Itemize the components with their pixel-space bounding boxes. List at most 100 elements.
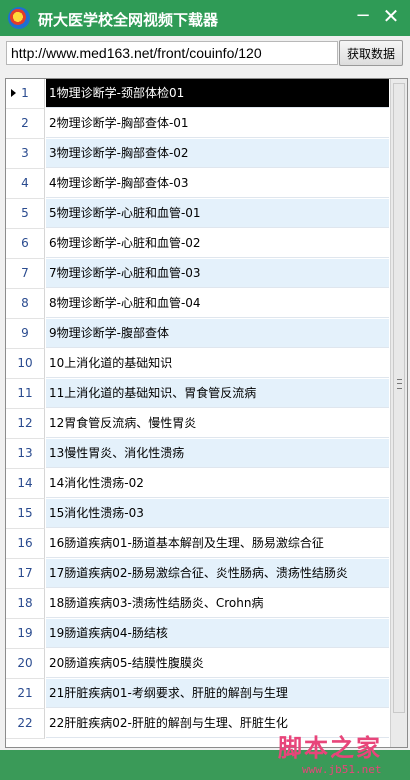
row-number: 7 <box>6 259 45 289</box>
row-number: 8 <box>6 289 45 319</box>
video-title-cell[interactable]: 3物理诊断学-胸部查体-02 <box>46 139 389 168</box>
row-number-label: 2 <box>21 116 29 130</box>
row-number-label: 12 <box>17 416 33 430</box>
video-title-cell[interactable]: 6物理诊断学-心脏和血管-02 <box>46 229 389 258</box>
scrollbar-thumb[interactable] <box>393 83 405 713</box>
video-title-cell[interactable]: 20肠道疾病05-结膜性腹膜炎 <box>46 649 389 678</box>
table-row[interactable]: 13 13慢性胃炎、消化性溃疡 <box>6 439 390 469</box>
row-number: 1 <box>6 79 45 109</box>
video-title-cell[interactable]: 11上消化道的基础知识、胃食管反流病 <box>46 379 389 408</box>
watermark-url: www.jb51.net <box>302 763 382 776</box>
row-number: 15 <box>6 499 45 529</box>
row-number: 2 <box>6 109 45 139</box>
app-window: 研大医学校全网视频下载器 − ✕ 获取数据 1 1物理诊断学-颈部体检01 2 2物理… <box>0 0 410 776</box>
table-row[interactable]: 5 5物理诊断学-心脏和血管-01 <box>6 199 390 229</box>
video-title-cell[interactable]: 19肠道疾病04-肠结核 <box>46 619 389 648</box>
title-bar[interactable]: 研大医学校全网视频下载器 − ✕ <box>0 0 410 36</box>
row-number-label: 1 <box>21 86 29 100</box>
table-row[interactable]: 20 20肠道疾病05-结膜性腹膜炎 <box>6 649 390 679</box>
row-number: 20 <box>6 649 45 679</box>
video-title-cell[interactable]: 1物理诊断学-颈部体检01 <box>46 79 389 108</box>
row-number: 14 <box>6 469 45 499</box>
row-number-label: 16 <box>17 536 33 550</box>
table-row[interactable]: 3 3物理诊断学-胸部查体-02 <box>6 139 390 169</box>
table-row[interactable]: 14 14消化性溃疡-02 <box>6 469 390 499</box>
table-row[interactable]: 8 8物理诊断学-心脏和血管-04 <box>6 289 390 319</box>
row-number: 11 <box>6 379 45 409</box>
video-title-cell[interactable]: 16肠道疾病01-肠道基本解剖及生理、肠易激综合征 <box>46 529 389 558</box>
row-number-label: 21 <box>17 686 33 700</box>
table-row[interactable]: 17 17肠道疾病02-肠易激综合征、炎性肠病、溃疡性结肠炎 <box>6 559 390 589</box>
row-number-label: 15 <box>17 506 33 520</box>
video-title-cell[interactable]: 13慢性胃炎、消化性溃疡 <box>46 439 389 468</box>
video-title-cell[interactable]: 2物理诊断学-胸部查体-01 <box>46 109 389 138</box>
row-number-label: 9 <box>21 326 29 340</box>
row-number: 21 <box>6 679 45 709</box>
video-title-cell[interactable]: 14消化性溃疡-02 <box>46 469 389 498</box>
url-input[interactable] <box>6 41 338 65</box>
row-number-label: 17 <box>17 566 33 580</box>
row-number: 4 <box>6 169 45 199</box>
row-number-label: 20 <box>17 656 33 670</box>
video-title-cell[interactable]: 10上消化道的基础知识 <box>46 349 389 378</box>
row-number: 18 <box>6 589 45 619</box>
table-row[interactable]: 2 2物理诊断学-胸部查体-01 <box>6 109 390 139</box>
table-row[interactable]: 18 18肠道疾病03-溃疡性结肠炎、Crohn病 <box>6 589 390 619</box>
grid-rows: 1 1物理诊断学-颈部体检01 2 2物理诊断学-胸部查体-01 3 3物理诊断学-胸部查… <box>6 79 390 739</box>
row-number: 16 <box>6 529 45 559</box>
row-number: 12 <box>6 409 45 439</box>
vertical-scrollbar[interactable] <box>390 79 407 747</box>
row-number: 10 <box>6 349 45 379</box>
table-row[interactable]: 6 6物理诊断学-心脏和血管-02 <box>6 229 390 259</box>
row-number-label: 3 <box>21 146 29 160</box>
row-number-label: 7 <box>21 266 29 280</box>
video-title-cell[interactable]: 5物理诊断学-心脏和血管-01 <box>46 199 389 228</box>
row-number-label: 18 <box>17 596 33 610</box>
table-row[interactable]: 10 10上消化道的基础知识 <box>6 349 390 379</box>
table-row[interactable]: 9 9物理诊断学-腹部查体 <box>6 319 390 349</box>
row-number-label: 5 <box>21 206 29 220</box>
scrollbar-grip-icon <box>397 379 402 389</box>
table-row[interactable]: 4 4物理诊断学-胸部查体-03 <box>6 169 390 199</box>
video-list-grid[interactable]: 1 1物理诊断学-颈部体检01 2 2物理诊断学-胸部查体-01 3 3物理诊断学-胸部查… <box>5 78 408 748</box>
main-content: 获取数据 1 1物理诊断学-颈部体检01 2 2物理诊断学-胸部查体-01 3 3物理诊断… <box>0 36 410 776</box>
video-title-cell[interactable]: 15消化性溃疡-03 <box>46 499 389 528</box>
table-row[interactable]: 19 19肠道疾病04-肠结核 <box>6 619 390 649</box>
row-number-label: 22 <box>17 716 33 730</box>
close-button[interactable]: ✕ <box>380 5 402 27</box>
row-number-label: 11 <box>17 386 33 400</box>
table-row[interactable]: 12 12胃食管反流病、慢性胃炎 <box>6 409 390 439</box>
row-number-label: 14 <box>17 476 33 490</box>
table-row[interactable]: 11 11上消化道的基础知识、胃食管反流病 <box>6 379 390 409</box>
video-title-cell[interactable]: 18肠道疾病03-溃疡性结肠炎、Crohn病 <box>46 589 389 618</box>
row-number: 17 <box>6 559 45 589</box>
row-number: 3 <box>6 139 45 169</box>
row-number-label: 13 <box>17 446 33 460</box>
minimize-button[interactable]: − <box>352 5 374 27</box>
row-number: 5 <box>6 199 45 229</box>
table-row[interactable]: 7 7物理诊断学-心脏和血管-03 <box>6 259 390 289</box>
current-row-indicator-icon <box>11 89 16 97</box>
table-row[interactable]: 1 1物理诊断学-颈部体检01 <box>6 79 390 109</box>
window-title: 研大医学校全网视频下载器 <box>38 11 219 29</box>
row-number-label: 10 <box>17 356 33 370</box>
table-row[interactable]: 21 21肝脏疾病01-考纲要求、肝脏的解剖与生理 <box>6 679 390 709</box>
video-title-cell[interactable]: 8物理诊断学-心脏和血管-04 <box>46 289 389 318</box>
row-number: 9 <box>6 319 45 349</box>
video-title-cell[interactable]: 9物理诊断学-腹部查体 <box>46 319 389 348</box>
watermark-logo-text: 脚本之家 <box>278 733 382 762</box>
table-row[interactable]: 15 15消化性溃疡-03 <box>6 499 390 529</box>
watermark: 脚本之家 www.jb51.net <box>266 728 406 780</box>
row-number-label: 6 <box>21 236 29 250</box>
video-title-cell[interactable]: 21肝脏疾病01-考纲要求、肝脏的解剖与生理 <box>46 679 389 708</box>
video-title-cell[interactable]: 7物理诊断学-心脏和血管-03 <box>46 259 389 288</box>
row-number-label: 8 <box>21 296 29 310</box>
row-number-label: 19 <box>17 626 33 640</box>
row-number: 19 <box>6 619 45 649</box>
table-row[interactable]: 16 16肠道疾病01-肠道基本解剖及生理、肠易激综合征 <box>6 529 390 559</box>
video-title-cell[interactable]: 17肠道疾病02-肠易激综合征、炎性肠病、溃疡性结肠炎 <box>46 559 389 588</box>
fetch-data-button[interactable]: 获取数据 <box>339 40 403 66</box>
row-number: 6 <box>6 229 45 259</box>
video-title-cell[interactable]: 12胃食管反流病、慢性胃炎 <box>46 409 389 438</box>
video-title-cell[interactable]: 4物理诊断学-胸部查体-03 <box>46 169 389 198</box>
